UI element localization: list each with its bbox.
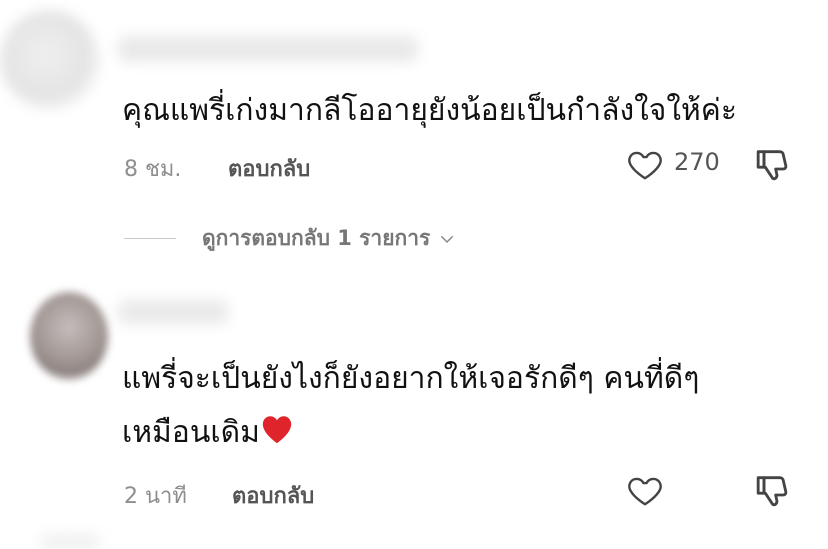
comment-line: แพรี่จะเป็นยังไงก็ยังอยากให้เจอรักดีๆ คน…	[122, 361, 700, 396]
comment-line: เหมือนเดิม	[122, 406, 699, 460]
chevron-down-icon	[441, 235, 454, 243]
next-comment-avatar-blurred	[40, 535, 100, 549]
view-replies-button[interactable]: ดูการตอบกลับ 1 รายการ	[124, 222, 456, 255]
comment-text: แพรี่จะเป็นยังไงก็ยังอยากให้เจอรักดีๆ คน…	[122, 352, 699, 460]
comment-time: 8 ชม.	[124, 157, 182, 182]
username-blurred[interactable]	[118, 36, 418, 62]
thumbs-down-icon[interactable]	[754, 145, 794, 185]
comment-line: คุณแพรี่เก่งมากลีโออายุยังน้อยเป็นกำลังใ…	[122, 93, 737, 128]
avatar[interactable]	[30, 292, 108, 380]
view-replies-label: ดูการตอบกลับ 1 รายการ	[202, 226, 431, 250]
thumbs-down-icon[interactable]	[754, 471, 794, 511]
username-blurred[interactable]	[118, 300, 228, 324]
avatar[interactable]	[0, 10, 100, 110]
red-heart-emoji	[262, 416, 292, 444]
divider	[124, 238, 176, 239]
heart-outline-icon[interactable]	[625, 471, 665, 509]
reply-button[interactable]: ตอบกลับ	[228, 151, 310, 186]
comment-text: คุณแพรี่เก่งมากลีโออายุยังน้อยเป็นกำลังใ…	[122, 84, 737, 138]
comment-time: 2 นาที	[124, 484, 187, 509]
like-count: 270	[674, 148, 720, 176]
reply-button[interactable]: ตอบกลับ	[232, 478, 314, 513]
heart-outline-icon[interactable]	[625, 145, 665, 183]
